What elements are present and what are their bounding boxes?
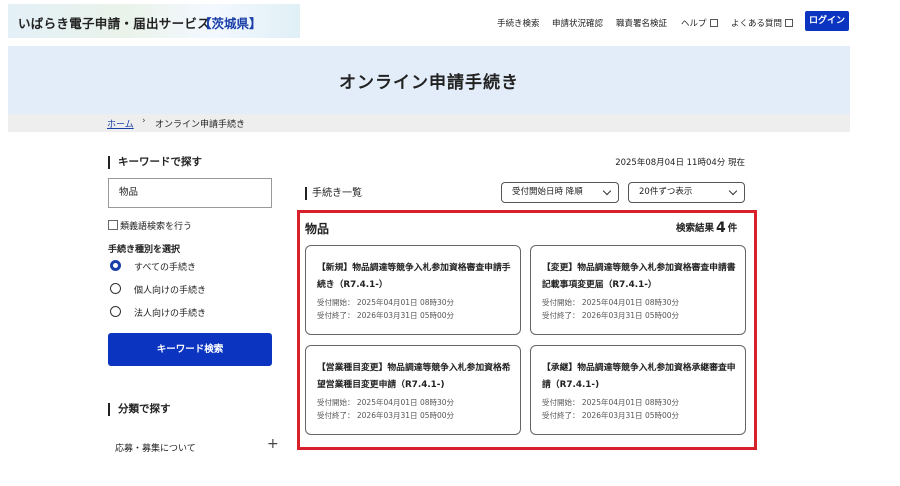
page-title: オンライン申請手続き: [339, 73, 519, 93]
sort-order-value: 受付開始日時 降順: [512, 187, 583, 197]
breadcrumb-home-link[interactable]: ホーム: [107, 117, 134, 130]
procedure-end-date: 受付終了： 2026年03月31日 05時00分: [542, 311, 680, 320]
keyword-input[interactable]: 物品: [108, 178, 272, 208]
procedure-card-title[interactable]: 【変更】物品調達等競争入札参加資格審査申請書記載事項変更届（R7.4.1-）: [542, 260, 737, 294]
breadcrumb: [8, 114, 850, 132]
procedure-card-title[interactable]: 【承継】物品調達等競争入札参加資格承継審査申請（R7.4.1-): [542, 360, 737, 394]
procedure-card-title[interactable]: 【営業種目変更】物品調達等競争入札参加資格希望営業種目変更申請（R7.4.1-): [317, 360, 512, 394]
nav-help-label: ヘルプ: [681, 19, 707, 29]
site-name[interactable]: いばらき電子申請・届出サービス: [18, 13, 210, 32]
results-count: 検索結果 4 件: [676, 220, 737, 236]
synonym-checkbox[interactable]: [108, 220, 118, 230]
page-banner: オンライン申請手続き: [8, 46, 850, 114]
procedure-card-title[interactable]: 【新規】物品調達等競争入札参加資格審査申請手続き（R7.4.1-）: [317, 260, 512, 294]
radio-all-procedures[interactable]: [110, 260, 121, 271]
procedure-start-date: 受付開始： 2025年04月01日 08時30分: [317, 298, 455, 307]
procedure-card[interactable]: 【新規】物品調達等競争入札参加資格審査申請手続き（R7.4.1-） 受付開始： …: [305, 245, 521, 335]
breadcrumb-current: オンライン申請手続き: [155, 120, 246, 130]
sort-order-select[interactable]: 受付開始日時 降順: [501, 182, 619, 203]
accordion-item-label[interactable]: 応募・募集について: [115, 441, 196, 454]
breadcrumb-separator: ›: [142, 116, 146, 126]
category-search-heading: 分類で探す: [108, 403, 171, 416]
login-button[interactable]: ログイン: [805, 11, 849, 31]
plus-icon[interactable]: +: [267, 436, 279, 452]
procedure-card[interactable]: 【承継】物品調達等競争入札参加資格承継審査申請（R7.4.1-) 受付開始： 2…: [530, 345, 746, 435]
procedure-start-date: 受付開始： 2025年04月01日 08時30分: [542, 298, 680, 307]
procedure-start-date: 受付開始： 2025年04月01日 08時30分: [542, 398, 680, 407]
radio-individual-procedures[interactable]: [110, 283, 121, 294]
keyword-search-button[interactable]: キーワード検索: [108, 333, 272, 366]
synonym-checkbox-label[interactable]: 類義語検索を行う: [120, 219, 192, 232]
external-link-icon: [709, 19, 718, 27]
results-prefix: 検索結果: [676, 223, 715, 234]
nav-application-status[interactable]: 申請状況確認: [552, 17, 603, 29]
current-timestamp: 2025年08月04日 11時04分 現在: [615, 158, 745, 168]
prefecture-name[interactable]: 【茨城県】: [199, 13, 262, 32]
procedure-list-heading: 手続き一覧: [305, 187, 362, 200]
external-link-icon: [785, 19, 794, 27]
nav-procedure-search[interactable]: 手続き検索: [497, 17, 540, 29]
procedure-end-date: 受付終了： 2026年03月31日 05時00分: [317, 311, 455, 320]
site-header: いばらき電子申請・届出サービス 【茨城県】 手続き検索 申請状況確認 職責署名検…: [0, 0, 900, 46]
procedure-card[interactable]: 【営業種目変更】物品調達等競争入札参加資格希望営業種目変更申請（R7.4.1-)…: [305, 345, 521, 435]
procedure-card[interactable]: 【変更】物品調達等競争入札参加資格審査申請書記載事項変更届（R7.4.1-） 受…: [530, 245, 746, 335]
results-number: 4: [716, 220, 726, 236]
results-title: 物品: [305, 222, 330, 236]
nav-faq[interactable]: よくある質問: [731, 17, 794, 29]
procedure-start-date: 受付開始： 2025年04月01日 08時30分: [317, 398, 455, 407]
results-suffix: 件: [727, 223, 738, 234]
nav-faq-label: よくある質問: [731, 19, 783, 29]
per-page-select[interactable]: 20件ずつ表示: [628, 182, 745, 203]
radio-individual-label[interactable]: 個人向けの手続き: [134, 283, 206, 296]
radio-corporate-label[interactable]: 法人向けの手続き: [134, 306, 206, 319]
procedure-end-date: 受付終了： 2026年03月31日 05時00分: [317, 411, 455, 420]
nav-help[interactable]: ヘルプ: [681, 17, 718, 29]
radio-all-label[interactable]: すべての手続き: [134, 260, 196, 273]
procedure-end-date: 受付終了： 2026年03月31日 05時00分: [542, 411, 680, 420]
per-page-value: 20件ずつ表示: [639, 187, 693, 197]
procedure-type-heading: 手続き種別を選択: [108, 245, 181, 255]
keyword-search-heading: キーワードで探す: [108, 156, 202, 169]
radio-corporate-procedures[interactable]: [110, 306, 121, 317]
nav-signature-verify[interactable]: 職責署名検証: [616, 17, 667, 29]
